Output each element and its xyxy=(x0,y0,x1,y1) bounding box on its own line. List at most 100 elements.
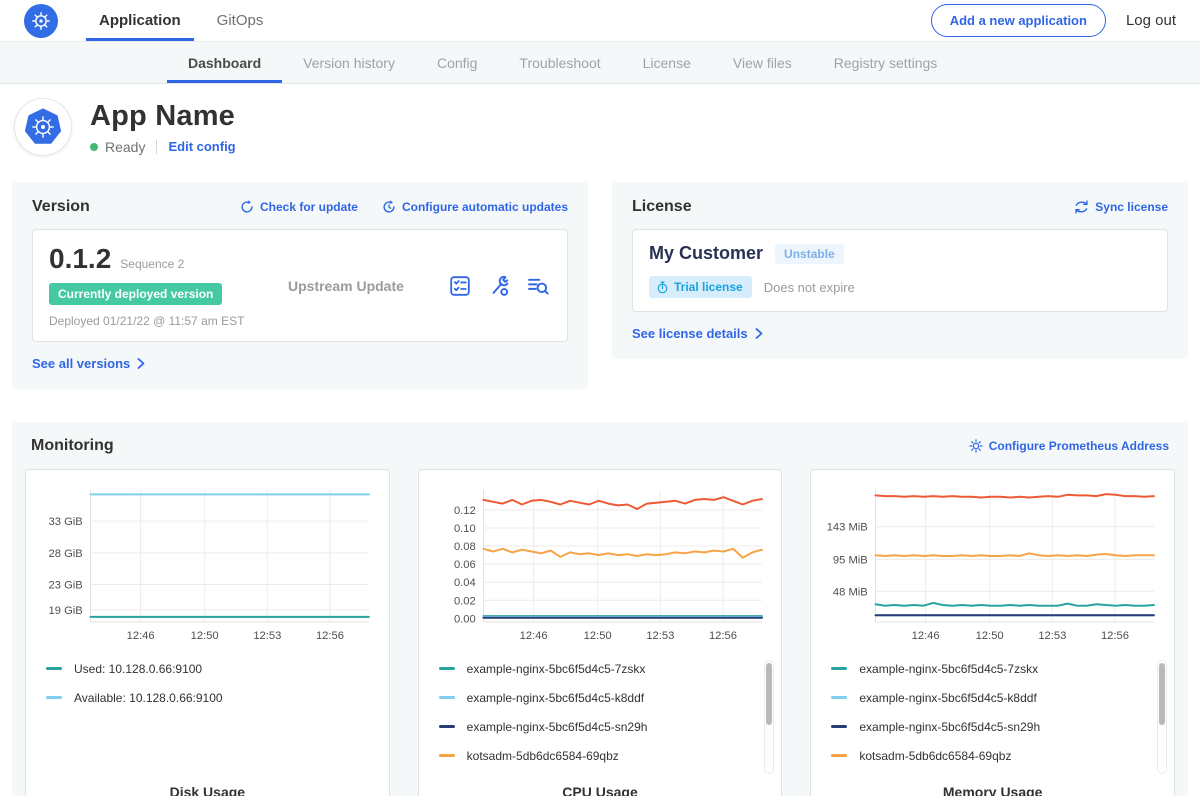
auto-update-clock-icon xyxy=(382,200,396,214)
legend-label: Available: 10.128.0.66:9100 xyxy=(74,691,223,705)
license-card: License Sync license My Customer Unstabl… xyxy=(612,182,1188,359)
svg-text:33 GiB: 33 GiB xyxy=(49,516,83,528)
kubernetes-heptagon-icon xyxy=(23,107,63,147)
subnav-tab-troubleshoot[interactable]: Troubleshoot xyxy=(498,42,621,83)
see-license-details-label: See license details xyxy=(632,326,748,341)
subnav-tab-registry-settings[interactable]: Registry settings xyxy=(813,42,958,83)
legend-label: example-nginx-5bc6f5d4c5-sn29h xyxy=(467,720,648,734)
legend-label: example-nginx-5bc6f5d4c5-k8ddf xyxy=(467,691,644,705)
legend-item: Available: 10.128.0.66:9100 xyxy=(46,683,379,712)
version-source-label: Upstream Update xyxy=(284,278,449,294)
svg-text:0.12: 0.12 xyxy=(454,505,476,517)
legend-label: example-nginx-5bc6f5d4c5-sn29h xyxy=(859,720,1040,734)
memory-usage-chart-card: 143 MiB95 MiB48 MiB12:4612:5012:5312:56 … xyxy=(810,469,1175,796)
topnav-tab-gitops[interactable]: GitOps xyxy=(204,0,277,41)
deployed-timestamp: Deployed 01/21/22 @ 11:57 am EST xyxy=(49,314,284,328)
subnav-tab-dashboard-label: Dashboard xyxy=(188,55,261,71)
svg-text:12:53: 12:53 xyxy=(253,630,281,642)
see-license-details-link[interactable]: See license details xyxy=(632,326,763,341)
chart-legend: example-nginx-5bc6f5d4c5-7zskx example-n… xyxy=(429,654,772,772)
trial-license-label: Trial license xyxy=(674,280,743,294)
deploy-logs-icon[interactable] xyxy=(527,275,549,297)
configure-prometheus-link[interactable]: Configure Prometheus Address xyxy=(969,439,1169,453)
chart-title: Disk Usage xyxy=(36,784,379,796)
license-card-header: License Sync license xyxy=(632,198,1168,216)
legend-color-dash xyxy=(439,754,455,757)
subnav-tab-config-label: Config xyxy=(437,55,477,71)
sync-license-link[interactable]: Sync license xyxy=(1074,200,1168,214)
subnav-tab-troubleshoot-label: Troubleshoot xyxy=(519,55,600,71)
monitoring-header: Monitoring Configure Prometheus Address xyxy=(25,437,1175,455)
subnav-tab-view-files-label: View files xyxy=(733,55,792,71)
usage-chart: 143 MiB95 MiB48 MiB12:4612:5012:5312:56 xyxy=(821,480,1164,648)
svg-text:0.04: 0.04 xyxy=(454,577,476,589)
legend-label: kotsadm-5db6dc6584-69qbz xyxy=(467,749,619,763)
cpu-usage-chart-card: 0.120.100.080.060.040.020.0012:4612:5012… xyxy=(418,469,783,796)
trial-license-badge: Trial license xyxy=(649,276,752,298)
subnav-tab-view-files[interactable]: View files xyxy=(712,42,813,83)
legend-label: kotsadm-5db6dc6584-69qbz xyxy=(859,749,1011,763)
configure-automatic-updates-link[interactable]: Configure automatic updates xyxy=(382,200,568,214)
edit-config-link[interactable]: Edit config xyxy=(168,139,235,154)
channel-badge: Unstable xyxy=(775,244,844,264)
edit-config-gear-icon[interactable] xyxy=(488,275,510,297)
legend-item: example-nginx-5bc6f5d4c5-k8ddf xyxy=(831,683,1164,712)
usage-chart: 0.120.100.080.060.040.020.0012:4612:5012… xyxy=(429,480,772,648)
configure-automatic-updates-label: Configure automatic updates xyxy=(402,200,568,214)
check-for-update-link[interactable]: Check for update xyxy=(240,200,358,214)
legend-color-dash xyxy=(439,725,455,728)
preflight-checks-icon[interactable] xyxy=(449,275,471,297)
svg-text:23 GiB: 23 GiB xyxy=(49,579,83,591)
add-new-application-button[interactable]: Add a new application xyxy=(931,4,1106,37)
svg-text:12:56: 12:56 xyxy=(316,630,344,642)
subnav-tab-dashboard[interactable]: Dashboard xyxy=(167,42,282,83)
svg-text:12:50: 12:50 xyxy=(583,630,611,642)
version-number: 0.1.2 xyxy=(49,243,111,275)
page-title: App Name xyxy=(90,100,236,133)
legend-color-dash xyxy=(831,667,847,670)
version-action-icons xyxy=(449,275,551,297)
legend-scrollbar-thumb[interactable] xyxy=(1159,663,1165,725)
legend-label: example-nginx-5bc6f5d4c5-7zskx xyxy=(467,662,646,676)
legend-color-dash xyxy=(831,696,847,699)
legend-item: example-nginx-5bc6f5d4c5-7zskx xyxy=(439,654,772,683)
svg-text:95 MiB: 95 MiB xyxy=(833,554,868,566)
logout-button[interactable]: Log out xyxy=(1126,12,1176,29)
license-info-card: My Customer Unstable Trial license xyxy=(632,229,1168,312)
subnav-tab-config[interactable]: Config xyxy=(416,42,498,83)
license-card-title: License xyxy=(632,198,692,216)
license-expiry: Does not expire xyxy=(764,280,855,295)
legend-scrollbar[interactable] xyxy=(764,660,774,774)
svg-text:12:46: 12:46 xyxy=(127,630,155,642)
app-subnav: Dashboard Version history Config Troublesho… xyxy=(0,42,1200,84)
legend-label: example-nginx-5bc6f5d4c5-k8ddf xyxy=(859,691,1036,705)
svg-text:0.08: 0.08 xyxy=(454,541,476,553)
topnav-tab-application[interactable]: Application xyxy=(86,0,194,41)
legend-color-dash xyxy=(439,667,455,670)
see-all-versions-link[interactable]: See all versions xyxy=(32,356,145,371)
chevron-right-icon xyxy=(137,358,145,369)
sync-arrows-icon xyxy=(1074,200,1089,214)
svg-text:0.02: 0.02 xyxy=(454,595,476,607)
subnav-tab-license[interactable]: License xyxy=(622,42,712,83)
svg-text:0.06: 0.06 xyxy=(454,559,476,571)
status-badge: Ready xyxy=(105,139,145,155)
subnav-tab-version-history[interactable]: Version history xyxy=(282,42,416,83)
legend-color-dash xyxy=(46,696,62,699)
svg-text:12:53: 12:53 xyxy=(1039,630,1067,642)
kubernetes-logo-icon[interactable] xyxy=(24,4,58,38)
deployed-version-badge: Currently deployed version xyxy=(49,283,222,305)
topnav-tab-gitops-label: GitOps xyxy=(217,12,264,29)
legend-item: example-nginx-5bc6f5d4c5-7zskx xyxy=(831,654,1164,683)
legend-scrollbar-thumb[interactable] xyxy=(766,663,772,725)
app-status-row: Ready Edit config xyxy=(90,139,236,155)
chart-legend: example-nginx-5bc6f5d4c5-7zskx example-n… xyxy=(821,654,1164,772)
app-header: App Name Ready Edit config xyxy=(0,84,1200,172)
gear-icon xyxy=(969,439,983,453)
version-info: 0.1.2 Sequence 2 Currently deployed vers… xyxy=(49,243,284,328)
svg-text:12:56: 12:56 xyxy=(1101,630,1129,642)
current-version-row: 0.1.2 Sequence 2 Currently deployed vers… xyxy=(32,229,568,342)
svg-text:0.10: 0.10 xyxy=(454,523,476,535)
version-card-title: Version xyxy=(32,198,90,216)
legend-scrollbar[interactable] xyxy=(1157,660,1167,774)
